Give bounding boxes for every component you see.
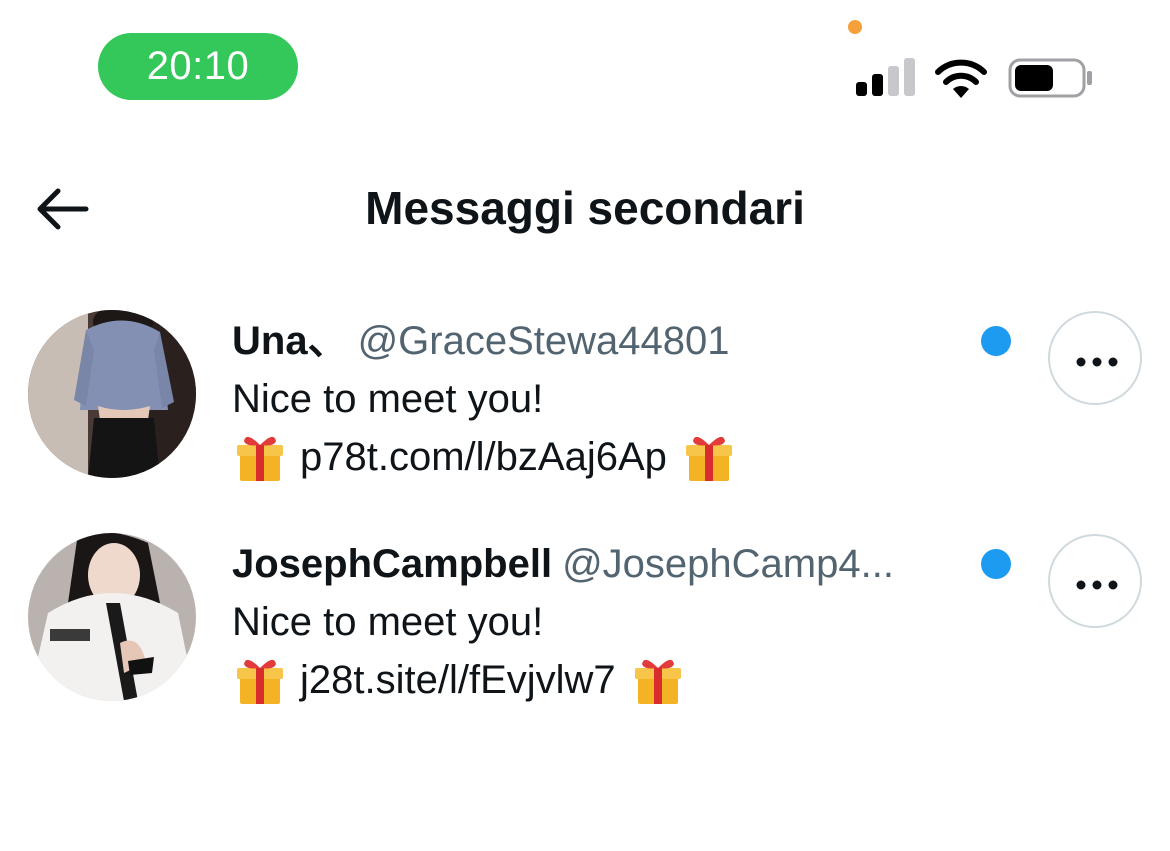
gift-icon xyxy=(681,429,737,485)
message-link[interactable]: p78t.com/l/bzAaj6Ap xyxy=(300,435,667,479)
avatar[interactable] xyxy=(28,533,196,701)
sender-line: Una、 @GraceStewa44801 xyxy=(232,313,972,369)
unread-indicator xyxy=(981,326,1011,356)
message-text: Nice to meet you! xyxy=(232,600,544,644)
screen: 20:10 Messaggi secondari Una、 @GraceStew… xyxy=(0,0,1170,851)
sender-line: JosephCampbell @JosephCamp4... xyxy=(232,536,972,592)
message-text: Nice to meet you! xyxy=(232,377,544,421)
sender-handle: @GraceStewa44801 xyxy=(357,319,730,363)
more-options-button[interactable] xyxy=(1048,311,1142,405)
microphone-indicator-dot xyxy=(848,20,862,34)
more-options-button[interactable] xyxy=(1048,534,1142,628)
cellular-signal-icon xyxy=(856,58,916,96)
message-link-line: p78t.com/l/bzAaj6Ap xyxy=(232,429,737,485)
sender-handle: @JosephCamp4... xyxy=(562,542,894,586)
gift-icon xyxy=(232,429,288,485)
avatar[interactable] xyxy=(28,310,196,478)
conversation-row[interactable]: JosephCampbell @JosephCamp4... Nice to me… xyxy=(0,528,1170,738)
battery-icon xyxy=(1008,58,1092,98)
gift-icon xyxy=(232,652,288,708)
status-time: 20:10 xyxy=(98,33,298,100)
wifi-icon xyxy=(935,59,987,98)
page-title: Messaggi secondari xyxy=(365,182,805,234)
message-link[interactable]: j28t.site/l/fEvjvlw7 xyxy=(300,658,616,702)
conversation-row[interactable]: Una、 @GraceStewa44801 Nice to meet you! p… xyxy=(0,305,1170,515)
message-link-line: j28t.site/l/fEvjvlw7 xyxy=(232,652,686,708)
more-horizontal-icon xyxy=(1076,357,1118,367)
sender-name: Una、 xyxy=(232,319,348,363)
gift-icon xyxy=(630,652,686,708)
more-horizontal-icon xyxy=(1076,580,1118,590)
unread-indicator xyxy=(981,549,1011,579)
sender-name: JosephCampbell xyxy=(232,542,553,586)
